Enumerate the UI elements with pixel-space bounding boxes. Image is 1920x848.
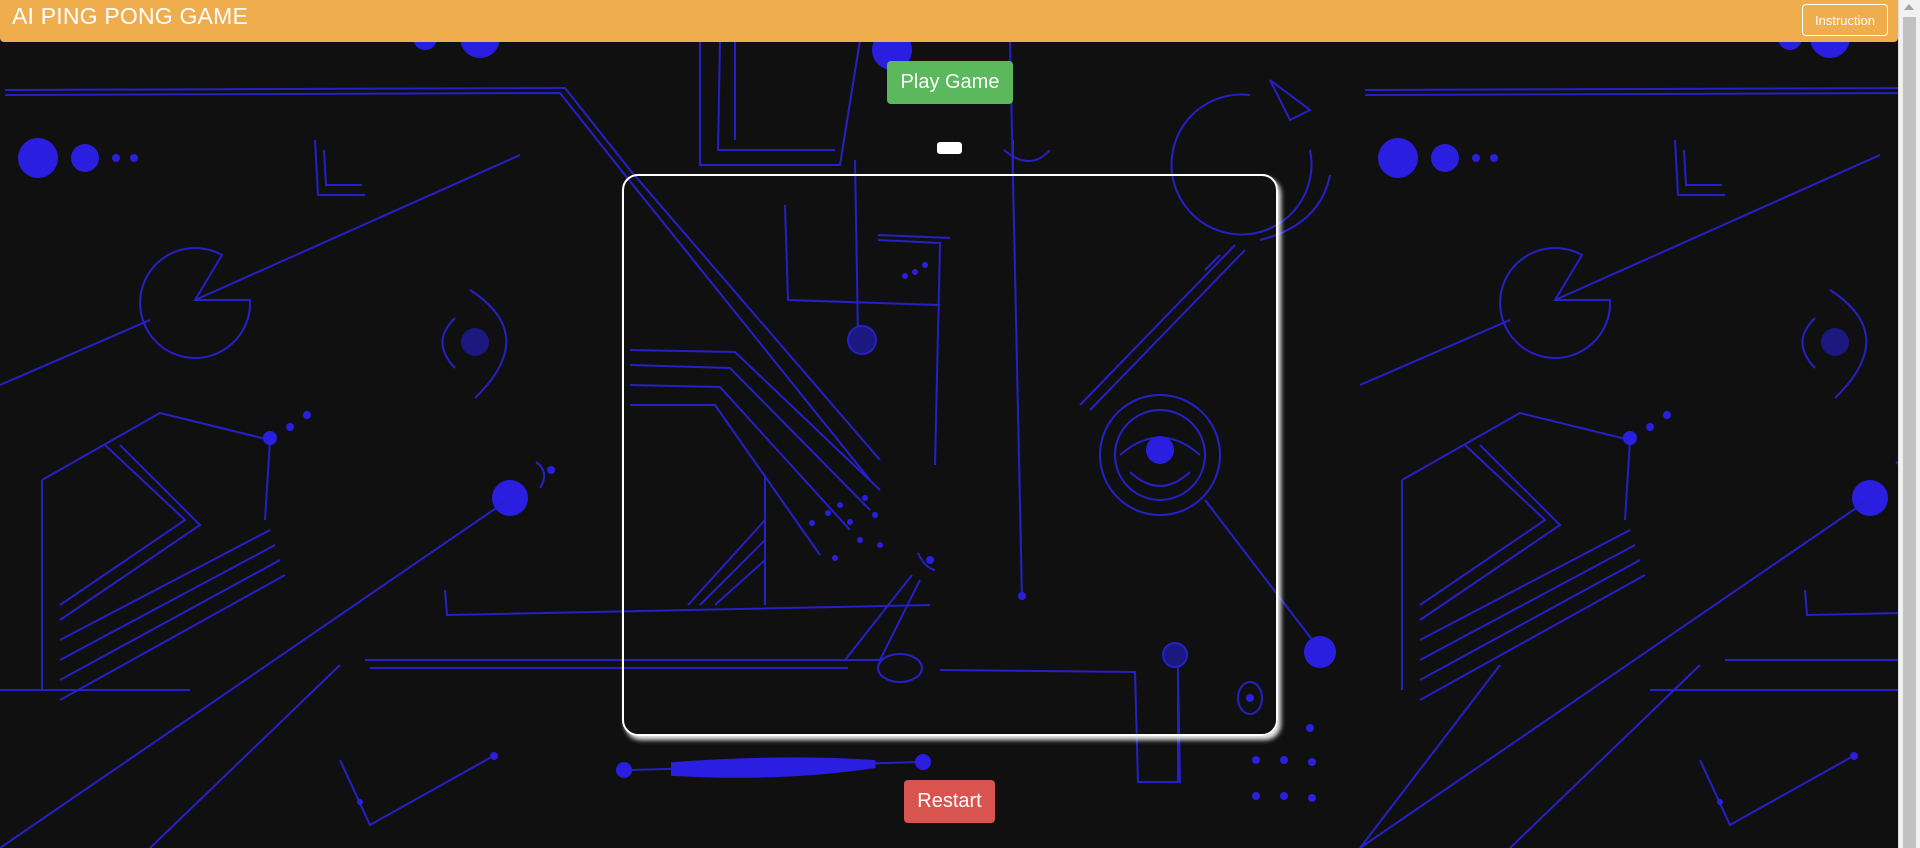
app-title: AI PING PONG GAME bbox=[12, 3, 248, 29]
scrollbar-thumb[interactable] bbox=[1903, 17, 1916, 848]
restart-button[interactable]: Restart bbox=[904, 780, 995, 823]
vertical-scrollbar[interactable] bbox=[1898, 0, 1920, 848]
game-board[interactable] bbox=[622, 174, 1278, 736]
game-page: AI PING PONG GAME Instruction Play Game … bbox=[0, 0, 1920, 848]
instruction-button[interactable]: Instruction bbox=[1802, 4, 1888, 36]
scroll-up-arrow-icon[interactable] bbox=[1904, 4, 1914, 10]
app-header: AI PING PONG GAME Instruction bbox=[0, 0, 1898, 42]
ai-paddle bbox=[937, 142, 962, 154]
play-game-button[interactable]: Play Game bbox=[887, 61, 1013, 104]
